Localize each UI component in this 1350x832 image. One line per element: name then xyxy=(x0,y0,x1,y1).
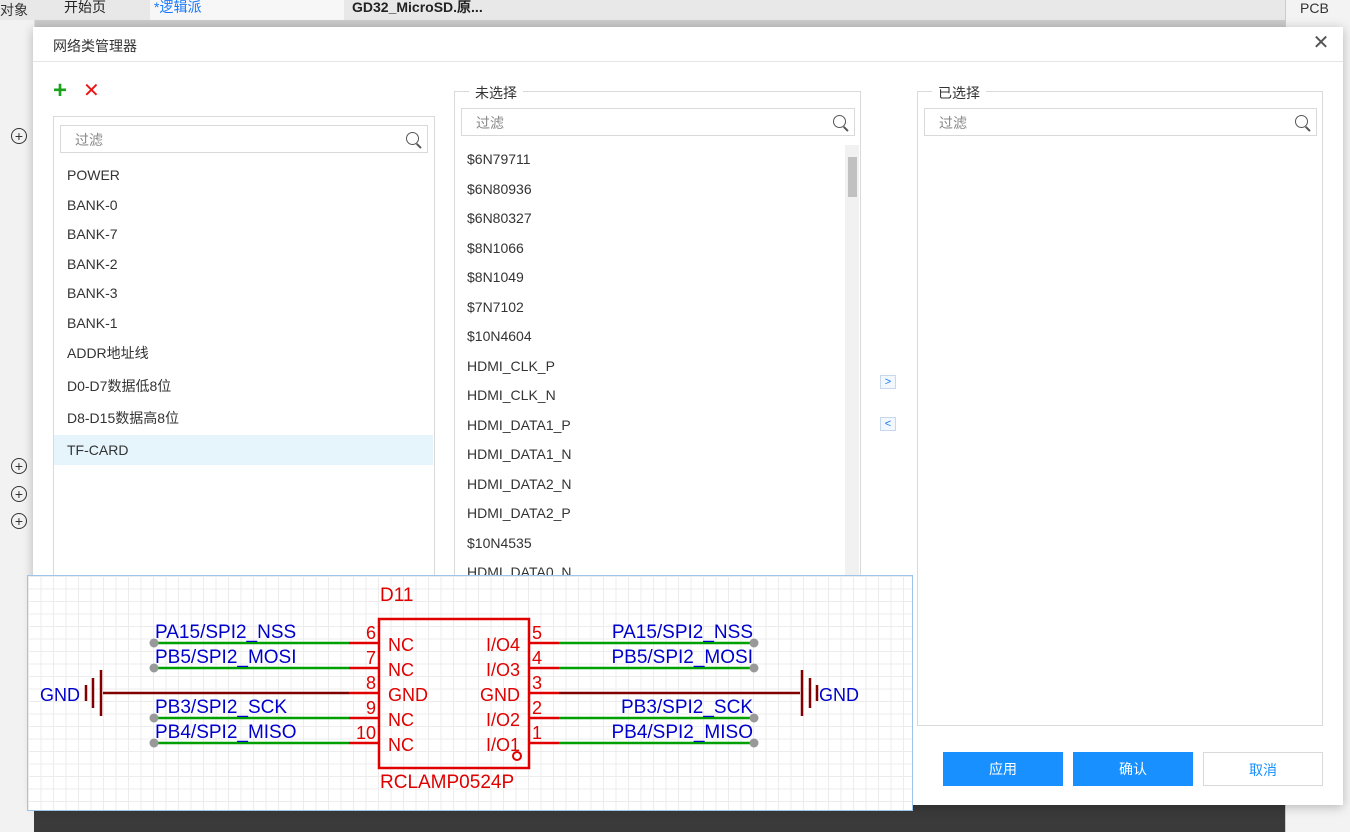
pin-number: 3 xyxy=(532,673,542,693)
dialog-title: 网络类管理器 xyxy=(53,38,137,54)
component-designator: D11 xyxy=(380,585,413,606)
net-label: PB3/SPI2_SCK xyxy=(155,697,287,718)
unselected-title: 未选择 xyxy=(469,83,523,103)
net-label: PB4/SPI2_MISO xyxy=(611,722,753,743)
net-list-item[interactable]: $8N1049 xyxy=(455,263,835,292)
class-list-item[interactable]: D8-D15数据高8位 xyxy=(54,403,433,433)
class-list-item[interactable]: ADDR地址线 xyxy=(54,338,433,368)
net-list-item[interactable]: $8N1066 xyxy=(455,234,835,263)
delete-class-icon[interactable]: ✕ xyxy=(83,79,100,103)
net-list-item[interactable]: HDMI_DATA1_N xyxy=(455,440,835,469)
net-list-item[interactable]: $6N79711 xyxy=(455,145,835,174)
search-icon[interactable] xyxy=(833,115,846,128)
selected-title: 已选择 xyxy=(932,83,986,103)
pin-name: GND xyxy=(480,685,520,705)
selected-filter-field[interactable] xyxy=(937,114,1254,132)
pin-name: GND xyxy=(388,685,428,705)
move-left-button[interactable]: < xyxy=(880,417,896,431)
class-list-item[interactable]: POWER xyxy=(54,160,433,190)
tab-label: 开始页 xyxy=(64,0,106,15)
unselected-filter-input[interactable] xyxy=(461,108,855,136)
expand-icon[interactable]: + xyxy=(11,513,27,529)
tab-start-page[interactable]: 开始页 xyxy=(60,0,149,20)
objects-panel-title: 对象 xyxy=(0,2,28,18)
class-list-item[interactable]: BANK-0 xyxy=(54,190,433,220)
ok-button[interactable]: 确认 xyxy=(1073,752,1193,786)
tab-label: *逻辑派 xyxy=(154,0,202,15)
class-list-item[interactable]: BANK-3 xyxy=(54,278,433,308)
expand-icon[interactable]: + xyxy=(11,458,27,474)
net-list-item[interactable]: $7N7102 xyxy=(455,293,835,322)
net-list-item[interactable]: HDMI_DATA1_P xyxy=(455,411,835,440)
class-list-item[interactable]: TF-CARD xyxy=(54,435,433,465)
scrollbar-thumb[interactable] xyxy=(848,157,857,197)
apply-button[interactable]: 应用 xyxy=(943,752,1063,786)
schematic-preview: D11 RCLAMP0524P 6 NC PA15/SPI2_NSS 7 NC PB5/S… xyxy=(27,575,913,811)
class-filter-input[interactable] xyxy=(60,125,428,153)
net-list-item[interactable]: HDMI_CLK_N xyxy=(455,381,835,410)
net-list-item[interactable]: HDMI_DATA2_P xyxy=(455,499,835,528)
cancel-button[interactable]: 取消 xyxy=(1203,752,1323,786)
class-list-item[interactable]: BANK-1 xyxy=(54,308,433,338)
pin-number: 8 xyxy=(366,673,376,693)
unselected-filter-field[interactable] xyxy=(474,114,792,132)
pin-name: NC xyxy=(388,660,414,680)
pin-number: 1 xyxy=(532,723,542,743)
pin-number: 6 xyxy=(366,623,376,643)
net-list-item[interactable]: $6N80327 xyxy=(455,204,835,233)
pin-number: 9 xyxy=(366,698,376,718)
net-label: PB5/SPI2_MOSI xyxy=(611,647,753,668)
pin-number: 10 xyxy=(356,723,376,743)
net-label: PA15/SPI2_NSS xyxy=(155,622,296,643)
net-label: PA15/SPI2_NSS xyxy=(612,622,753,643)
tab-label: GD32_MicroSD.原... xyxy=(352,0,483,15)
close-icon[interactable]: ✕ xyxy=(1310,32,1332,54)
pin-name: NC xyxy=(388,710,414,730)
app-tab-bar: 开始页 *逻辑派 GD32_MicroSD.原... xyxy=(0,0,1350,21)
pin-number: 4 xyxy=(532,648,542,668)
pin-number: 5 xyxy=(532,623,542,643)
pin-number: 7 xyxy=(366,648,376,668)
tab-logic[interactable]: *逻辑派 xyxy=(150,0,344,20)
gnd-net-label: GND xyxy=(40,685,80,705)
expand-icon[interactable]: + xyxy=(11,128,27,144)
schematic-drawing: D11 RCLAMP0524P 6 NC PA15/SPI2_NSS 7 NC PB5/S… xyxy=(40,585,859,793)
class-list-item[interactable]: D0-D7数据低8位 xyxy=(54,371,433,401)
net-list-item[interactable]: $10N4604 xyxy=(455,322,835,351)
search-icon[interactable] xyxy=(406,132,419,145)
pcb-label: PCB xyxy=(1300,0,1329,16)
net-list-item[interactable]: HDMI_CLK_P xyxy=(455,352,835,381)
net-label: PB4/SPI2_MISO xyxy=(155,722,297,743)
net-label: PB5/SPI2_MOSI xyxy=(155,647,297,668)
gnd-net-label: GND xyxy=(819,685,859,705)
net-list-item[interactable]: $10N4535 xyxy=(455,529,835,558)
pin-name: I/O2 xyxy=(486,710,520,730)
search-icon[interactable] xyxy=(1295,115,1308,128)
net-list-item[interactable]: $6N80936 xyxy=(455,175,835,204)
pin-name: NC xyxy=(388,735,414,755)
selected-nets-group: 已选择 xyxy=(917,83,1323,726)
class-list-item[interactable]: BANK-7 xyxy=(54,219,433,249)
net-list-item[interactable]: HDMI_DATA2_N xyxy=(455,470,835,499)
move-right-button[interactable]: > xyxy=(880,375,896,389)
add-class-icon[interactable]: + xyxy=(53,79,67,103)
expand-icon[interactable]: + xyxy=(11,486,27,502)
pin-name: I/O4 xyxy=(486,635,520,655)
pin-name: I/O3 xyxy=(486,660,520,680)
pin-name: NC xyxy=(388,635,414,655)
pin-number: 2 xyxy=(532,698,542,718)
net-label: PB3/SPI2_SCK xyxy=(621,697,753,718)
selected-filter-input[interactable] xyxy=(924,108,1317,136)
component-part-number: RCLAMP0524P xyxy=(380,772,514,793)
tab-schematic[interactable]: GD32_MicroSD.原... xyxy=(348,0,552,20)
title-divider xyxy=(33,61,1343,62)
class-list-item[interactable]: BANK-2 xyxy=(54,249,433,279)
class-filter-field[interactable] xyxy=(73,131,370,149)
